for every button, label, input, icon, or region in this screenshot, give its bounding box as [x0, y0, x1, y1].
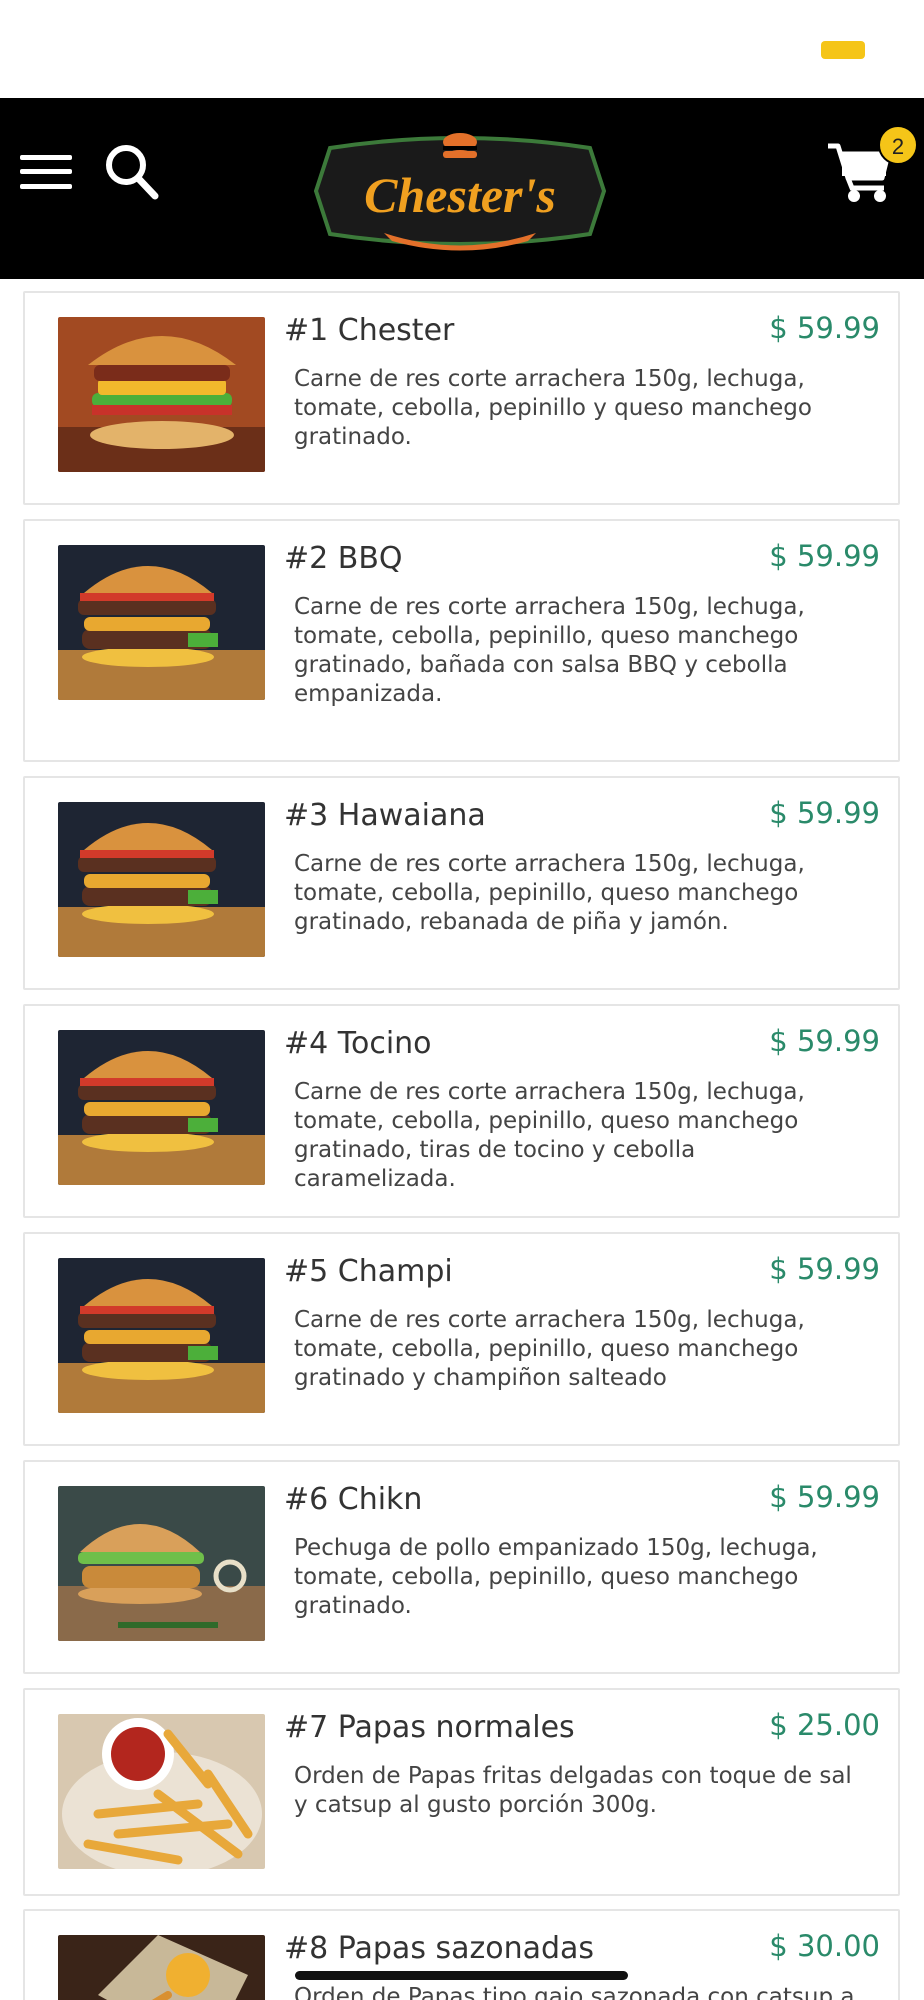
menu-item-price: $ 59.99: [769, 311, 880, 345]
menu-item-photo: [58, 317, 265, 472]
menu-item-price: $ 59.99: [769, 796, 880, 830]
menu-item-description: Orden de Papas fritas delgadas con toque…: [294, 1763, 852, 1818]
menu-item-photo: [58, 1258, 265, 1413]
menu-item-title: #2 BBQ: [284, 541, 403, 576]
menu-item-price: $ 59.99: [769, 1024, 880, 1058]
menu-item-title: #7 Papas normales: [284, 1710, 575, 1745]
logo-text: Chester's: [364, 167, 556, 223]
menu-item-title: #8 Papas sazonadas: [284, 1931, 595, 1966]
menu-item-price: $ 59.99: [769, 1252, 880, 1286]
menu-item-card[interactable]: #6 Chikn $ 59.99 Pechuga de pollo empani…: [23, 1460, 900, 1674]
menu-item-price: $ 30.00: [769, 1929, 880, 1963]
menu-item-card[interactable]: #2 BBQ $ 59.99 Carne de res corte arrach…: [23, 519, 900, 762]
menu-item-photo: [58, 545, 265, 700]
menu-item-card[interactable]: #1 Chester $ 59.99 Carne de res corte ar…: [23, 291, 900, 505]
menu-item-card[interactable]: #4 Tocino $ 59.99 Carne de res corte arr…: [23, 1004, 900, 1218]
menu-item-card[interactable]: #5 Champi $ 59.99 Carne de res corte arr…: [23, 1232, 900, 1446]
status-bar: [0, 0, 924, 98]
menu-item-title: #6 Chikn: [284, 1482, 423, 1517]
menu-item-description: Orden de Papas tipo gajo sazonada con ca…: [294, 1984, 854, 2000]
chesters-logo[interactable]: Chester's: [308, 118, 612, 264]
menu-item-photo: [58, 1486, 265, 1641]
menu-item-title: #5 Champi: [284, 1254, 453, 1289]
menu-item-description: Pechuga de pollo empanizado 150g, lechug…: [294, 1535, 818, 1619]
menu-item-description: Carne de res corte arrachera 150g, lechu…: [294, 1079, 805, 1192]
menu-item-description: Carne de res corte arrachera 150g, lechu…: [294, 851, 805, 935]
menu-item-title: #1 Chester: [284, 313, 455, 348]
menu-item-photo: [58, 1714, 265, 1869]
cart-count-badge: 2: [878, 125, 918, 165]
menu-item-price: $ 59.99: [769, 1480, 880, 1514]
hamburger-menu-icon[interactable]: [20, 152, 72, 192]
menu-item-photo: [58, 802, 265, 957]
status-indicator-pill: [821, 41, 865, 59]
menu-item-title: #3 Hawaiana: [284, 798, 486, 833]
menu-item-price: $ 59.99: [769, 539, 880, 573]
menu-item-card[interactable]: #8 Papas sazonadas $ 30.00 Orden de Papa…: [23, 1909, 900, 2000]
menu-item-photo: [58, 1030, 265, 1185]
menu-item-card[interactable]: #7 Papas normales $ 25.00 Orden de Papas…: [23, 1688, 900, 1896]
menu-item-photo: [58, 1935, 265, 2000]
menu-item-card[interactable]: #3 Hawaiana $ 59.99 Carne de res corte a…: [23, 776, 900, 990]
menu-item-title: #4 Tocino: [284, 1026, 432, 1061]
menu-item-description: Carne de res corte arrachera 150g, lechu…: [294, 366, 812, 450]
menu-item-description: Carne de res corte arrachera 150g, lechu…: [294, 594, 805, 707]
menu-item-price: $ 25.00: [769, 1708, 880, 1742]
menu-item-description: Carne de res corte arrachera 150g, lechu…: [294, 1307, 805, 1391]
home-indicator[interactable]: [295, 1971, 628, 1980]
search-icon[interactable]: [104, 142, 160, 202]
